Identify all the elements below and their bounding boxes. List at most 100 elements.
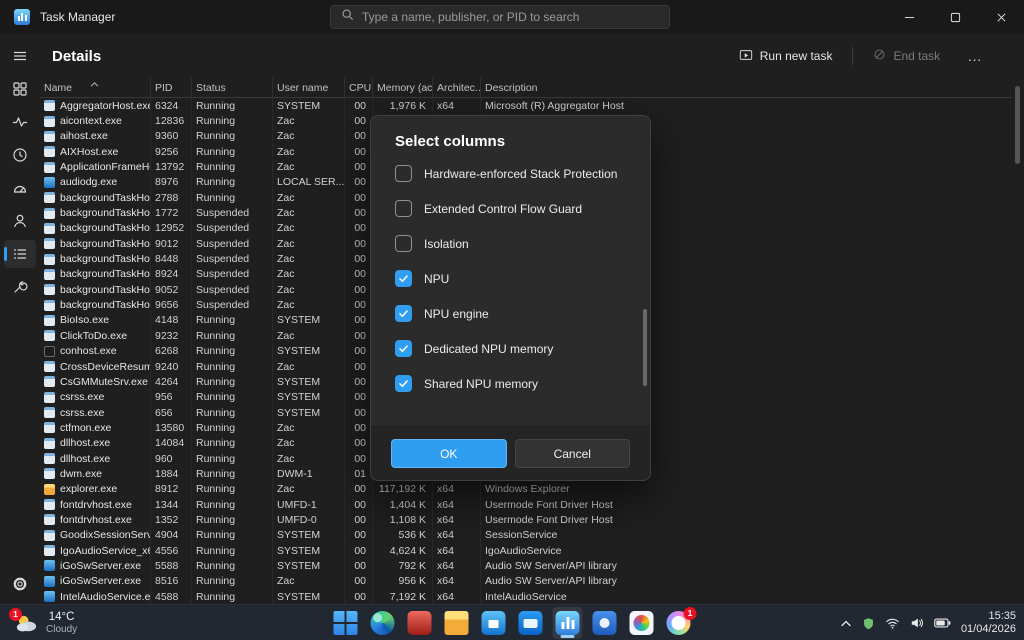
column-option[interactable]: NPU bbox=[395, 261, 626, 296]
sidebar-item-processes[interactable] bbox=[4, 75, 36, 103]
startup-icon bbox=[12, 180, 28, 196]
ok-button[interactable]: OK bbox=[391, 439, 507, 468]
column-header-memory[interactable]: Memory (ac... bbox=[373, 78, 433, 97]
taskbar-task-manager-icon[interactable] bbox=[553, 607, 583, 639]
checkbox[interactable] bbox=[395, 340, 412, 357]
toolbar-divider bbox=[852, 47, 853, 65]
table-row[interactable]: fontdrvhost.exe1344RunningUMFD-1001,404 … bbox=[40, 497, 1012, 512]
checkbox[interactable] bbox=[395, 375, 412, 392]
column-header-description[interactable]: Description bbox=[481, 78, 1012, 97]
process-pid: 9656 bbox=[151, 297, 192, 312]
taskbar-start-icon[interactable] bbox=[331, 607, 361, 639]
column-header-cpu[interactable]: CPU bbox=[345, 78, 373, 97]
process-icon bbox=[44, 438, 55, 449]
column-header-status[interactable]: Status bbox=[192, 78, 273, 97]
clock[interactable]: 15:35 01/04/2026 bbox=[961, 610, 1016, 636]
cancel-button[interactable]: Cancel bbox=[515, 439, 631, 468]
process-name: fontdrvhost.exe bbox=[40, 512, 151, 527]
run-new-task-button[interactable]: Run new task bbox=[729, 42, 843, 71]
process-name: ClickToDo.exe bbox=[40, 328, 151, 343]
process-cpu: 00 bbox=[345, 589, 373, 604]
process-user: Zac bbox=[273, 144, 345, 159]
process-icon bbox=[44, 576, 55, 587]
sidebar-item-details[interactable] bbox=[4, 240, 36, 268]
column-option[interactable]: Hardware-enforced Stack Protection bbox=[395, 156, 626, 191]
process-memory: 956 K bbox=[373, 574, 433, 589]
close-button[interactable] bbox=[978, 0, 1024, 34]
minimize-button[interactable] bbox=[886, 0, 932, 34]
search-box[interactable] bbox=[330, 5, 670, 29]
column-option[interactable]: NPU engine bbox=[395, 296, 626, 331]
taskbar-app-red-icon[interactable] bbox=[405, 607, 435, 639]
column-option[interactable]: Isolation bbox=[395, 226, 626, 261]
column-option[interactable]: Dedicated NPU memory bbox=[395, 331, 626, 366]
dialog-scrollbar[interactable] bbox=[643, 309, 647, 386]
table-row[interactable]: iGoSwServer.exe8516RunningZac00956 Kx64A… bbox=[40, 574, 1012, 589]
column-option[interactable]: Shared NPU memory bbox=[395, 366, 626, 401]
process-pid: 8912 bbox=[151, 482, 192, 497]
taskbar-edge-icon[interactable] bbox=[368, 607, 398, 639]
process-description: Windows Explorer bbox=[481, 482, 1012, 497]
process-status: Running bbox=[192, 144, 273, 159]
taskbar-app-blue-icon[interactable] bbox=[590, 607, 620, 639]
sidebar-item-performance[interactable] bbox=[4, 108, 36, 136]
volume-icon[interactable] bbox=[910, 616, 924, 630]
column-header-pid[interactable]: PID bbox=[151, 78, 192, 97]
chevron-up-icon[interactable] bbox=[840, 619, 852, 627]
table-row[interactable]: AggregatorHost.exe6324RunningSYSTEM001,9… bbox=[40, 98, 1012, 113]
toolbar: Run new task End task ... bbox=[729, 42, 1012, 71]
table-row[interactable]: iGoSwServer.exe5588RunningSYSTEM00792 Kx… bbox=[40, 558, 1012, 573]
end-task-button[interactable]: End task bbox=[863, 42, 950, 70]
taskbar-photos-icon[interactable] bbox=[627, 607, 657, 639]
column-option[interactable]: Extended Control Flow Guard bbox=[395, 191, 626, 226]
checkbox[interactable] bbox=[395, 305, 412, 322]
scrollbar-thumb[interactable] bbox=[1015, 86, 1020, 164]
photos-icon bbox=[630, 611, 654, 635]
column-header-name[interactable]: Name bbox=[40, 78, 151, 97]
process-name: dllhost.exe bbox=[40, 451, 151, 466]
table-row[interactable]: IgoAudioService_x64...4556RunningSYSTEM0… bbox=[40, 543, 1012, 558]
taskbar-copilot-icon[interactable]: 1 bbox=[664, 607, 694, 639]
sidebar-item-services[interactable] bbox=[4, 273, 36, 301]
maximize-button[interactable] bbox=[932, 0, 978, 34]
taskbar-file-explorer-icon[interactable] bbox=[442, 607, 472, 639]
process-pid: 6324 bbox=[151, 98, 192, 113]
more-options-button[interactable]: ... bbox=[960, 43, 990, 70]
process-pid: 960 bbox=[151, 451, 192, 466]
sidebar-item-settings[interactable] bbox=[4, 570, 36, 598]
process-user: Zac bbox=[273, 451, 345, 466]
table-row[interactable]: IntelAudioService.exe4588RunningSYSTEM00… bbox=[40, 589, 1012, 604]
checkbox[interactable] bbox=[395, 200, 412, 217]
sidebar-item-startup-apps[interactable] bbox=[4, 174, 36, 202]
taskbar-store-icon[interactable] bbox=[479, 607, 509, 639]
column-header-architecture[interactable]: Architec... bbox=[433, 78, 481, 97]
wifi-icon[interactable] bbox=[885, 617, 900, 630]
process-name: dllhost.exe bbox=[40, 436, 151, 451]
process-icon bbox=[44, 499, 55, 510]
process-status: Suspended bbox=[192, 205, 273, 220]
table-row[interactable]: fontdrvhost.exe1352RunningUMFD-0001,108 … bbox=[40, 512, 1012, 527]
search-input[interactable] bbox=[362, 10, 659, 24]
process-user: SYSTEM bbox=[273, 558, 345, 573]
process-user: SYSTEM bbox=[273, 405, 345, 420]
checkbox[interactable] bbox=[395, 270, 412, 287]
titlebar: Task Manager bbox=[0, 0, 1024, 34]
process-name: backgroundTaskHost... bbox=[40, 297, 151, 312]
sidebar-item-users[interactable] bbox=[4, 207, 36, 235]
battery-icon[interactable] bbox=[934, 618, 951, 628]
checkbox[interactable] bbox=[395, 165, 412, 182]
table-row[interactable]: explorer.exe8912RunningZac00117,192 Kx64… bbox=[40, 482, 1012, 497]
process-cpu: 00 bbox=[345, 436, 373, 451]
column-header-username[interactable]: User name bbox=[273, 78, 345, 97]
process-status: Running bbox=[192, 98, 273, 113]
process-status: Running bbox=[192, 113, 273, 128]
sidebar-item-menu[interactable] bbox=[4, 42, 36, 70]
process-architecture: x64 bbox=[433, 497, 481, 512]
checkbox[interactable] bbox=[395, 235, 412, 252]
sidebar-item-app-history[interactable] bbox=[4, 141, 36, 169]
taskbar-outlook-icon[interactable] bbox=[516, 607, 546, 639]
security-shield-icon[interactable] bbox=[862, 617, 875, 630]
window-scrollbar[interactable] bbox=[1015, 84, 1021, 600]
table-row[interactable]: GoodixSessionServic...4904RunningSYSTEM0… bbox=[40, 528, 1012, 543]
widgets-weather-button[interactable]: 1 14°C Cloudy bbox=[6, 607, 85, 639]
